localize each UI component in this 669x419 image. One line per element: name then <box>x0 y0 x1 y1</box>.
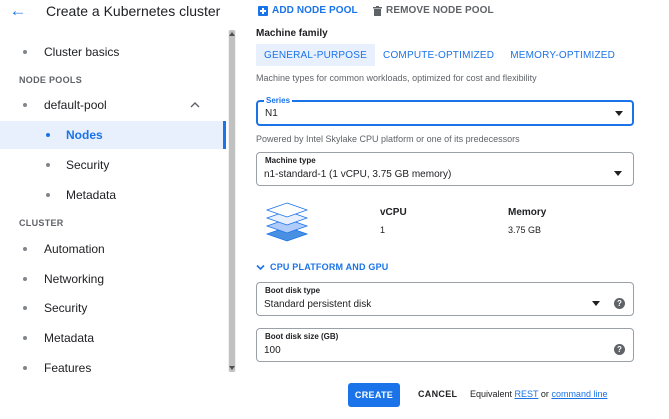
sidebar-item-label: Cluster basics <box>44 45 120 59</box>
sidebar-item-label: Automation <box>44 242 105 256</box>
add-node-pool-label: ADD NODE POOL <box>272 5 358 16</box>
rest-link[interactable]: REST <box>515 389 539 399</box>
sidebar-item-label: Metadata <box>44 331 95 345</box>
boot-disk-type-label: Boot disk type <box>263 286 323 295</box>
bullet-dot <box>46 163 50 167</box>
add-box-icon <box>258 5 268 16</box>
sidebar-item-automation[interactable]: Automation <box>0 235 226 263</box>
tab-general-purpose[interactable]: GENERAL-PURPOSE <box>256 44 376 66</box>
remove-node-pool-label: REMOVE NODE POOL <box>386 5 494 16</box>
page-title: Create a Kubernetes cluster <box>46 3 221 19</box>
sidebar-item-label: default-pool <box>44 98 107 112</box>
bullet-dot <box>23 306 27 310</box>
scroll-down-arrow-icon[interactable] <box>229 365 235 371</box>
bullet-dot <box>23 247 27 251</box>
bullet-dot <box>46 133 50 137</box>
sidebar-item-networking[interactable]: Networking <box>0 265 226 293</box>
node-pools-section-header: NODE POOLS <box>19 75 83 85</box>
equivalent-text: Equivalent <box>470 389 513 399</box>
bullet-dot <box>23 103 27 107</box>
command-line-link[interactable]: command line <box>551 389 607 399</box>
tab-compute-optimized[interactable]: COMPUTE-OPTIMIZED <box>375 44 502 66</box>
sidebar-item-label: Networking <box>44 272 105 286</box>
chevron-down-icon <box>256 264 265 270</box>
create-button[interactable]: CREATE <box>348 383 400 407</box>
bullet-dot <box>23 277 27 281</box>
sidebar-item-cluster-security[interactable]: Security <box>0 294 226 322</box>
sidebar-scrollbar[interactable] <box>228 30 236 372</box>
family-helper-text: Machine types for common workloads, opti… <box>256 73 537 83</box>
dropdown-caret-icon <box>615 111 623 116</box>
sidebar-item-default-pool[interactable]: default-pool <box>0 91 226 119</box>
machine-type-value: n1-standard-1 (1 vCPU, 3.75 GB memory) <box>264 169 452 180</box>
cluster-section-header: CLUSTER <box>19 218 64 228</box>
sidebar-item-label: Security <box>44 301 88 315</box>
bullet-dot <box>46 193 50 197</box>
sidebar-nav: Cluster basics NODE POOLS default-pool N… <box>0 24 236 376</box>
sidebar-item-label: Security <box>66 158 110 172</box>
chevron-up-icon[interactable] <box>190 100 200 110</box>
boot-disk-size-label: Boot disk size (GB) <box>263 332 341 341</box>
memory-value: 3.75 GB <box>508 225 542 235</box>
action-footer: CREATE CANCEL Equivalent REST or command… <box>0 376 669 419</box>
sidebar-item-features[interactable]: Features <box>0 354 226 376</box>
bullet-dot <box>23 366 27 370</box>
or-text: or <box>540 389 549 399</box>
tab-memory-optimized[interactable]: MEMORY-OPTIMIZED <box>502 44 623 66</box>
series-label: Series <box>264 96 293 105</box>
sidebar-item-label: Metadata <box>66 188 117 202</box>
vcpu-value: 1 <box>380 225 386 235</box>
boot-disk-size-value: 100 <box>264 345 281 356</box>
machine-layers-icon <box>265 202 309 242</box>
machine-family-label: Machine family <box>256 28 328 39</box>
series-value: N1 <box>265 108 278 119</box>
machine-family-tabs: GENERAL-PURPOSE COMPUTE-OPTIMIZED MEMORY… <box>256 44 623 66</box>
sidebar-item-label: Nodes <box>66 128 103 142</box>
dropdown-caret-icon <box>614 171 622 176</box>
sidebar-item-label: Features <box>44 361 92 375</box>
machine-type-label: Machine type <box>263 156 318 165</box>
series-helper-text: Powered by Intel Skylake CPU platform or… <box>256 134 520 144</box>
scrollbar-thumb[interactable] <box>229 30 235 372</box>
bullet-dot <box>23 50 27 54</box>
cpu-platform-gpu-toggle[interactable]: CPU PLATFORM AND GPU <box>256 262 389 272</box>
boot-disk-type-select[interactable]: Boot disk type Standard persistent disk … <box>256 282 634 316</box>
cpu-platform-gpu-label: CPU PLATFORM AND GPU <box>270 262 389 272</box>
sidebar-item-cluster-metadata[interactable]: Metadata <box>0 324 226 352</box>
dropdown-caret-icon <box>592 301 600 306</box>
sidebar-item-nodes[interactable]: Nodes <box>0 121 226 149</box>
node-config-form: Machine family GENERAL-PURPOSE COMPUTE-O… <box>256 24 656 376</box>
sidebar-item-cluster-basics[interactable]: Cluster basics <box>0 38 226 66</box>
cancel-button[interactable]: CANCEL <box>418 389 457 399</box>
memory-header: Memory <box>508 207 547 218</box>
remove-node-pool-button[interactable]: REMOVE NODE POOL <box>373 5 494 16</box>
help-icon[interactable]: ? <box>614 344 625 355</box>
back-arrow-icon[interactable]: ← <box>8 2 28 22</box>
top-bar: ← Create a Kubernetes cluster ADD NODE P… <box>0 0 669 24</box>
boot-disk-size-input[interactable]: Boot disk size (GB) 100 ? <box>256 328 634 362</box>
machine-type-select[interactable]: Machine type n1-standard-1 (1 vCPU, 3.75… <box>256 152 634 186</box>
boot-disk-type-value: Standard persistent disk <box>264 299 372 310</box>
vcpu-header: vCPU <box>380 207 407 218</box>
add-node-pool-button[interactable]: ADD NODE POOL <box>258 5 358 16</box>
bullet-dot <box>23 336 27 340</box>
scroll-up-arrow-icon[interactable] <box>229 31 235 37</box>
help-icon[interactable]: ? <box>614 298 625 309</box>
sidebar-item-pool-metadata[interactable]: Metadata <box>0 181 226 209</box>
sidebar-item-pool-security[interactable]: Security <box>0 151 226 179</box>
series-select[interactable]: Series N1 <box>256 96 634 126</box>
equivalent-links: Equivalent REST or command line <box>470 389 607 399</box>
trash-icon <box>373 5 382 16</box>
